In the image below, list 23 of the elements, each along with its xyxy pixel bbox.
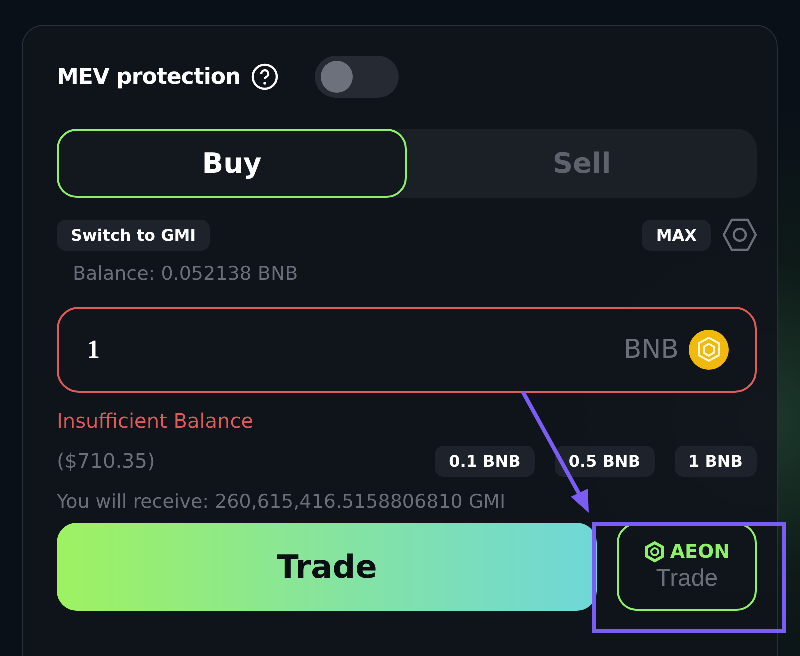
balance-text: Balance: 0.052138 BNB bbox=[73, 263, 300, 285]
coin-icon bbox=[689, 330, 729, 370]
max-button[interactable]: MAX bbox=[642, 220, 711, 250]
preset-amount-button[interactable]: 1 BNB bbox=[674, 446, 757, 476]
token-label: BNB bbox=[624, 335, 679, 365]
logo-icon bbox=[644, 541, 666, 563]
mev-label: MEV protection bbox=[57, 64, 241, 90]
preset-amount-button[interactable]: 0.1 BNB bbox=[435, 446, 535, 476]
aeon-trade-label: Trade bbox=[656, 565, 718, 593]
mev-toggle[interactable] bbox=[314, 56, 399, 98]
brand-name: AEON bbox=[670, 541, 730, 563]
switch-token-button[interactable]: Switch to GMI bbox=[57, 220, 210, 250]
amount-field[interactable]: 1 BNB bbox=[57, 307, 757, 393]
error-text: Insufficient Balance bbox=[57, 409, 255, 433]
preset-amount-button[interactable]: 0.5 BNB bbox=[554, 446, 655, 476]
amount-value: 1 bbox=[87, 335, 100, 365]
trade-button[interactable]: Trade bbox=[57, 523, 598, 611]
tab[interactable]: Buy bbox=[57, 129, 407, 198]
aeon-trade-button[interactable]: AEON Trade bbox=[617, 523, 757, 611]
usd-value: ($710.35) bbox=[57, 449, 156, 473]
receive-text: You will receive: 260,615,416.5158806810 GMI bbox=[57, 491, 507, 513]
help-icon[interactable] bbox=[250, 63, 279, 91]
settings-icon[interactable] bbox=[723, 218, 757, 252]
